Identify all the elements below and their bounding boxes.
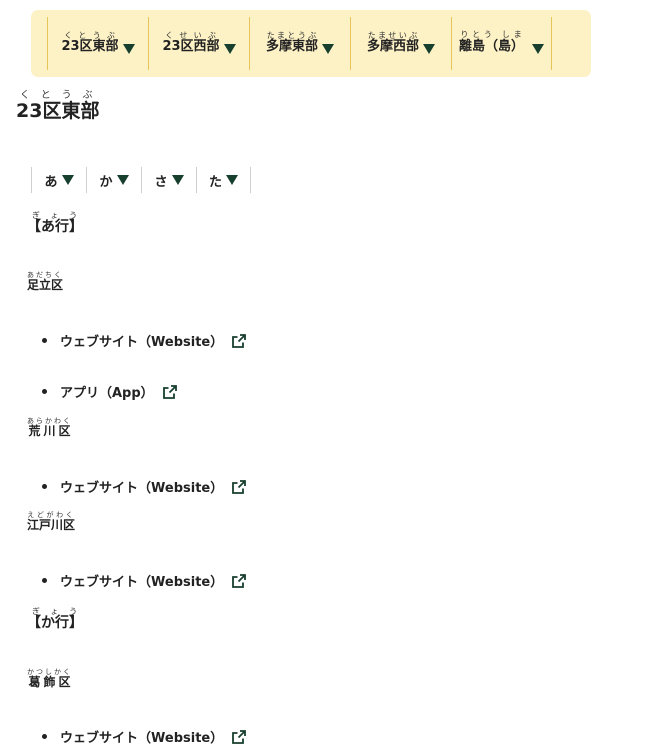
- triangle-down-icon: [223, 44, 236, 54]
- triangle-down-icon: [171, 175, 184, 185]
- region-tab-23ku-west[interactable]: 23区西部くせいぶ: [148, 17, 249, 70]
- region-tab-islands[interactable]: 離島（島）りとう しま: [451, 17, 552, 70]
- kana-tab-sa[interactable]: さ: [141, 167, 196, 193]
- external-link-icon: [232, 333, 247, 348]
- region-tab-label: 多摩西部たませいぶ: [366, 31, 419, 54]
- bullet: [42, 578, 47, 583]
- triangle-down-icon: [226, 175, 238, 185]
- bullet: [42, 734, 47, 739]
- region-nav: 23区東部くとうぶ 23区西部くせいぶ 多摩東部たまとうぶ 多摩西部たませいぶ …: [31, 10, 591, 77]
- triangle-down-icon: [122, 44, 135, 54]
- page: 23区東部くとうぶ 23区西部くせいぶ 多摩東部たまとうぶ 多摩西部たませいぶ …: [0, 0, 654, 753]
- triangle-down-icon: [532, 44, 544, 54]
- external-link-icon: [232, 573, 247, 588]
- region-tab-label: 23区東部くとうぶ: [61, 31, 119, 54]
- edogawa-website-link[interactable]: ウェブサイト（Website）: [60, 571, 247, 590]
- page-title: 23区東部くとうぶ: [16, 90, 100, 122]
- section-heading-ka: 【か行】ぎょう: [27, 607, 83, 631]
- arakawa-website-link[interactable]: ウェブサイト（Website）: [60, 477, 247, 496]
- external-link-icon: [162, 384, 177, 399]
- bullet: [42, 484, 47, 489]
- katsushika-website-link[interactable]: ウェブサイト（Website）: [60, 727, 247, 746]
- adachi-app-link[interactable]: アプリ（App）: [60, 382, 177, 401]
- list-item: ウェブサイト（Website）: [42, 331, 247, 350]
- triangle-down-icon: [116, 175, 129, 185]
- bullet: [42, 389, 47, 394]
- ward-name-arakawa: 荒川区あらかわく: [27, 417, 72, 438]
- list-item: アプリ（App）: [42, 382, 177, 401]
- ward-name-edogawa: 江戸川区えどがわく: [27, 511, 76, 532]
- kana-nav: あ か さ た: [31, 167, 251, 193]
- triangle-down-icon: [322, 44, 334, 54]
- list-item: ウェブサイト（Website）: [42, 571, 247, 590]
- region-tab-tama-west[interactable]: 多摩西部たませいぶ: [350, 17, 451, 70]
- triangle-down-icon: [61, 175, 74, 185]
- region-tab-label: 多摩東部たまとうぶ: [265, 31, 318, 54]
- list-item: ウェブサイト（Website）: [42, 477, 247, 496]
- bullet: [42, 338, 47, 343]
- region-tab-23ku-east[interactable]: 23区東部くとうぶ: [47, 17, 148, 70]
- external-link-icon: [232, 479, 247, 494]
- kana-tab-ka[interactable]: か: [86, 167, 141, 193]
- adachi-website-link[interactable]: ウェブサイト（Website）: [60, 331, 247, 350]
- region-tab-label: 23区西部くせいぶ: [162, 31, 220, 54]
- external-link-icon: [232, 729, 247, 744]
- list-item: ウェブサイト（Website）: [42, 727, 247, 746]
- region-tab-label: 離島（島）りとう しま: [458, 30, 524, 54]
- kana-tab-ta[interactable]: た: [196, 167, 251, 193]
- section-heading-a: 【あ行】ぎょう: [27, 211, 83, 235]
- triangle-down-icon: [423, 44, 435, 54]
- region-tab-tama-east[interactable]: 多摩東部たまとうぶ: [249, 17, 350, 70]
- kana-tab-a[interactable]: あ: [31, 167, 86, 193]
- ward-name-katsushika: 葛飾区かつしかく: [27, 668, 72, 689]
- ward-name-adachi: 足立区あだちく: [27, 271, 64, 292]
